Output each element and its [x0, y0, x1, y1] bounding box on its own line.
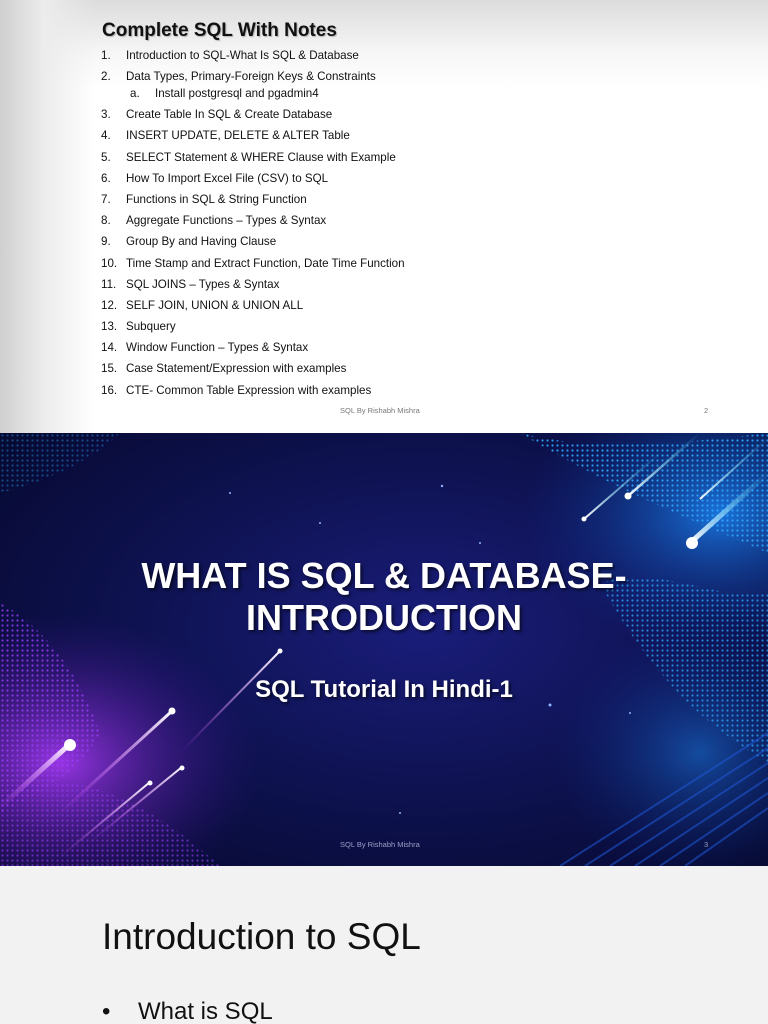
topic-text: Data Types, Primary-Foreign Keys & Const… [126, 70, 376, 84]
topic-number: 4. [101, 129, 111, 143]
topic-text: SQL JOINS – Types & Syntax [126, 277, 280, 291]
topic-text: CTE- Common Table Expression with exampl… [126, 383, 372, 397]
topic-number: 2. [101, 70, 111, 84]
topic-number: 6. [101, 171, 111, 185]
topic-number: 8. [101, 214, 111, 228]
topic-text: Functions in SQL & String Function [126, 192, 307, 206]
topic-number: 14. [101, 341, 118, 355]
topic-number: 1. [101, 49, 111, 62]
bullet-icon: • [102, 998, 111, 1024]
topic-text: SELF JOIN, UNION & UNION ALL [126, 298, 304, 312]
topic-text: INSERT UPDATE, DELETE & ALTER Table [126, 129, 350, 143]
topic-text: Group By and Having Clause [126, 235, 277, 249]
topic-text: How To Import Excel File (CSV) to SQL [126, 171, 329, 185]
slide-title-card: WHAT IS SQL & DATABASE- INTRODUCTION SQL… [0, 433, 768, 866]
topic-number: 11. [101, 277, 117, 291]
slide-side-shade [0, 0, 95, 433]
slide-introduction: Introduction to SQL • What is SQL [0, 866, 768, 1024]
topic-text: Time Stamp and Extract Function, Date Ti… [126, 256, 405, 270]
topic-text: Case Statement/Expression with examples [126, 362, 347, 376]
slide-subtitle: SQL Tutorial In Hindi-1 [255, 676, 513, 703]
topic-text: SELECT Statement & WHERE Clause with Exa… [126, 150, 396, 164]
bullet-text: What is SQL [138, 998, 273, 1024]
topic-number: 5. [101, 150, 111, 164]
slide-table-of-contents: Complete SQL With Notes 1. Introduction t… [0, 0, 768, 433]
sub-topic-number: a. [130, 87, 140, 101]
topic-text: Create Table In SQL & Create Database [126, 108, 333, 122]
topic-text: Aggregate Functions – Types & Syntax [126, 214, 327, 228]
slide-title: Complete SQL With Notes [102, 20, 337, 41]
topic-text: Introduction to SQL-What Is SQL & Databa… [126, 49, 359, 62]
topic-number: 9. [101, 235, 111, 249]
topic-number: 10. [101, 256, 118, 270]
slide-page-number: 3 [704, 840, 709, 849]
sub-topic-text: Install postgresql and pgadmin4 [155, 87, 319, 101]
topic-number: 12. [101, 298, 118, 312]
slide-title: WHAT IS SQL & DATABASE- INTRODUCTION [0, 555, 768, 639]
topic-number: 13. [101, 320, 118, 334]
slide-footer-text: SQL By Rishabh Mishra [340, 406, 420, 415]
slide-title-line-1: WHAT IS SQL & DATABASE- [141, 555, 627, 596]
sub-topic: a. Install postgresql and pgadmin4 [130, 86, 319, 102]
slide-title-line-2: INTRODUCTION [246, 597, 522, 638]
bullet-item: • What is SQL [102, 998, 273, 1024]
topic-text: Window Function – Types & Syntax [126, 341, 309, 355]
topic-number: 15. [101, 362, 118, 376]
topic-number: 16. [101, 383, 118, 397]
topic-number: 3. [101, 108, 111, 122]
decorative-background-art [0, 433, 768, 866]
slide-footer-text: SQL By Rishabh Mishra [340, 840, 420, 849]
slide-title: Introduction to SQL [102, 916, 421, 957]
topic-text: Subquery [126, 320, 176, 334]
topic-number: 7. [101, 192, 111, 206]
slide-page-number: 2 [704, 406, 709, 415]
